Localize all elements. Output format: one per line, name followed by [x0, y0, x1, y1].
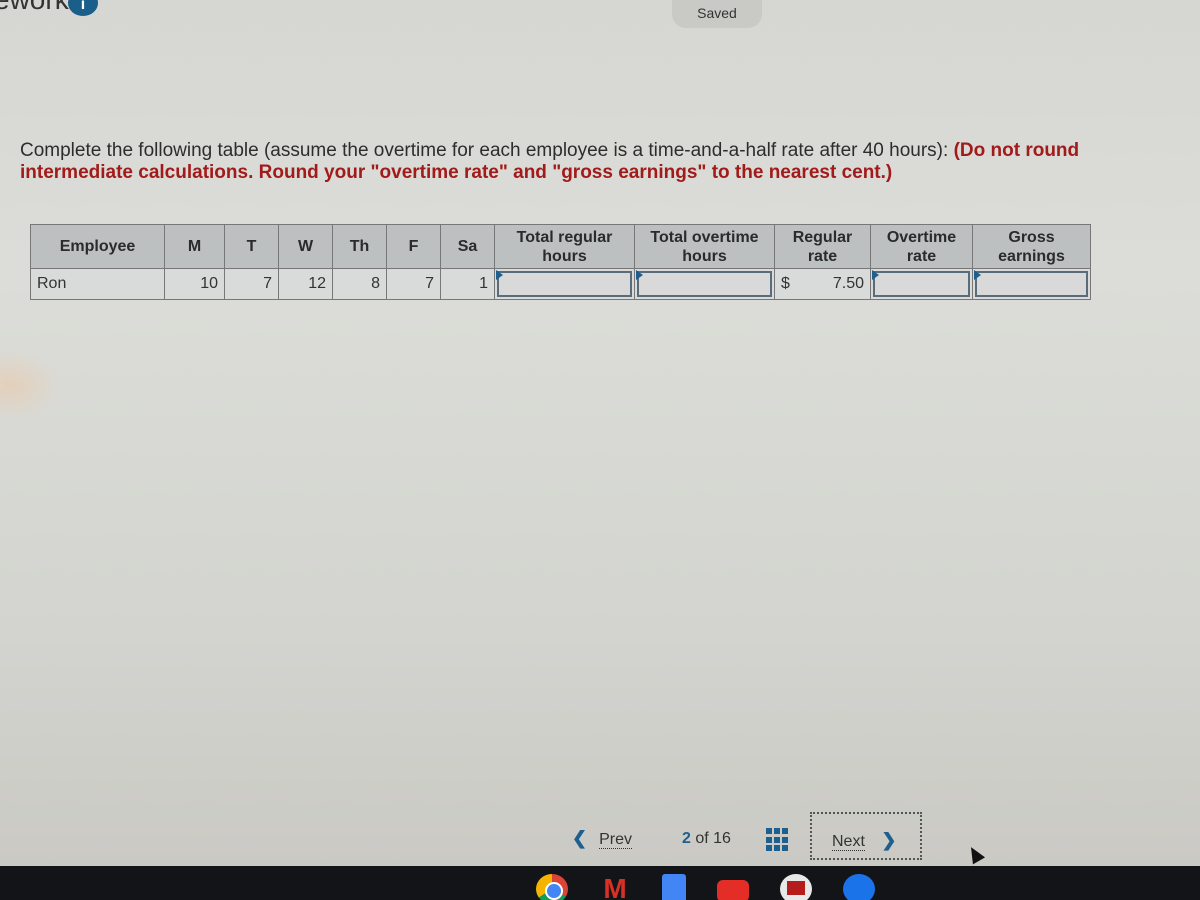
cell-gross-earnings	[972, 268, 1091, 300]
header-wednesday: W	[278, 224, 333, 269]
files-icon[interactable]	[843, 874, 875, 900]
input-flag-icon	[636, 270, 643, 280]
cell-total-regular-hours	[494, 268, 635, 300]
lock-app-icon[interactable]	[780, 874, 812, 900]
instruction-text: Complete the following table (assume the…	[20, 140, 954, 161]
payroll-table: Employee M T W Th F Sa Total regular hou…	[30, 224, 1091, 300]
cell-wednesday: 12	[278, 268, 333, 300]
cell-monday: 10	[164, 268, 225, 300]
currency-symbol: $	[781, 275, 790, 292]
header-gross-earnings: Gross earnings	[972, 224, 1091, 269]
table-header-row: Employee M T W Th F Sa Total regular hou…	[30, 224, 1091, 269]
header-employee: Employee	[30, 224, 165, 269]
overtime-rate-input[interactable]	[873, 271, 970, 297]
gross-earnings-input[interactable]	[975, 271, 1088, 297]
input-flag-icon	[496, 270, 503, 280]
saved-status: Saved	[672, 0, 762, 28]
youtube-icon[interactable]	[717, 880, 749, 900]
input-flag-icon	[872, 270, 879, 280]
info-icon[interactable]: i	[68, 0, 98, 16]
header-monday: M	[164, 224, 225, 269]
cell-friday: 7	[386, 268, 441, 300]
input-flag-icon	[974, 270, 981, 280]
header-thursday: Th	[332, 224, 387, 269]
header-saturday: Sa	[440, 224, 495, 269]
of-label: of	[695, 830, 709, 847]
regular-rate-value: 7.50	[832, 275, 864, 292]
header-overtime-rate: Overtime rate	[870, 224, 973, 269]
cell-tuesday: 7	[224, 268, 279, 300]
header-total-overtime-hours: Total overtime hours	[634, 224, 775, 269]
header-tuesday: T	[224, 224, 279, 269]
total-regular-hours-input[interactable]	[497, 271, 632, 297]
cell-overtime-rate	[870, 268, 973, 300]
chrome-icon[interactable]	[536, 874, 568, 900]
docs-icon[interactable]	[662, 874, 686, 900]
header-total-regular-hours: Total regular hours	[494, 224, 635, 269]
mouse-cursor-icon	[964, 843, 986, 865]
total-pages: 16	[713, 830, 731, 847]
cell-total-overtime-hours	[634, 268, 775, 300]
prev-button[interactable]: ❮ Prev	[572, 828, 632, 849]
total-overtime-hours-input[interactable]	[637, 271, 772, 297]
chevron-left-icon: ❮	[572, 828, 588, 848]
header-regular-rate: Regular rate	[774, 224, 871, 269]
cell-thursday: 8	[332, 268, 387, 300]
next-button[interactable]: Next ❯	[810, 812, 922, 860]
gmail-icon[interactable]: M	[599, 874, 631, 900]
cell-saturday: 1	[440, 268, 495, 300]
question-navigation: ❮ Prev 2 of 16 Next ❯	[560, 812, 930, 860]
cell-employee: Ron	[30, 268, 165, 300]
screen-glare	[0, 350, 60, 420]
chevron-right-icon: ❯	[881, 830, 897, 850]
question-instructions: Complete the following table (assume the…	[20, 140, 1160, 184]
header-friday: F	[386, 224, 441, 269]
next-label: Next	[832, 833, 865, 851]
current-page: 2	[682, 830, 691, 847]
taskbar: M	[0, 866, 1200, 900]
page-counter: 2 of 16	[682, 830, 731, 848]
page-title-fragment: ework	[0, 0, 69, 16]
table-row: Ron 10 7 12 8 7 1 $ 7.50	[30, 268, 1091, 300]
prev-label: Prev	[599, 831, 632, 849]
question-grid-icon[interactable]	[766, 828, 790, 852]
cell-regular-rate: $ 7.50	[774, 268, 871, 300]
